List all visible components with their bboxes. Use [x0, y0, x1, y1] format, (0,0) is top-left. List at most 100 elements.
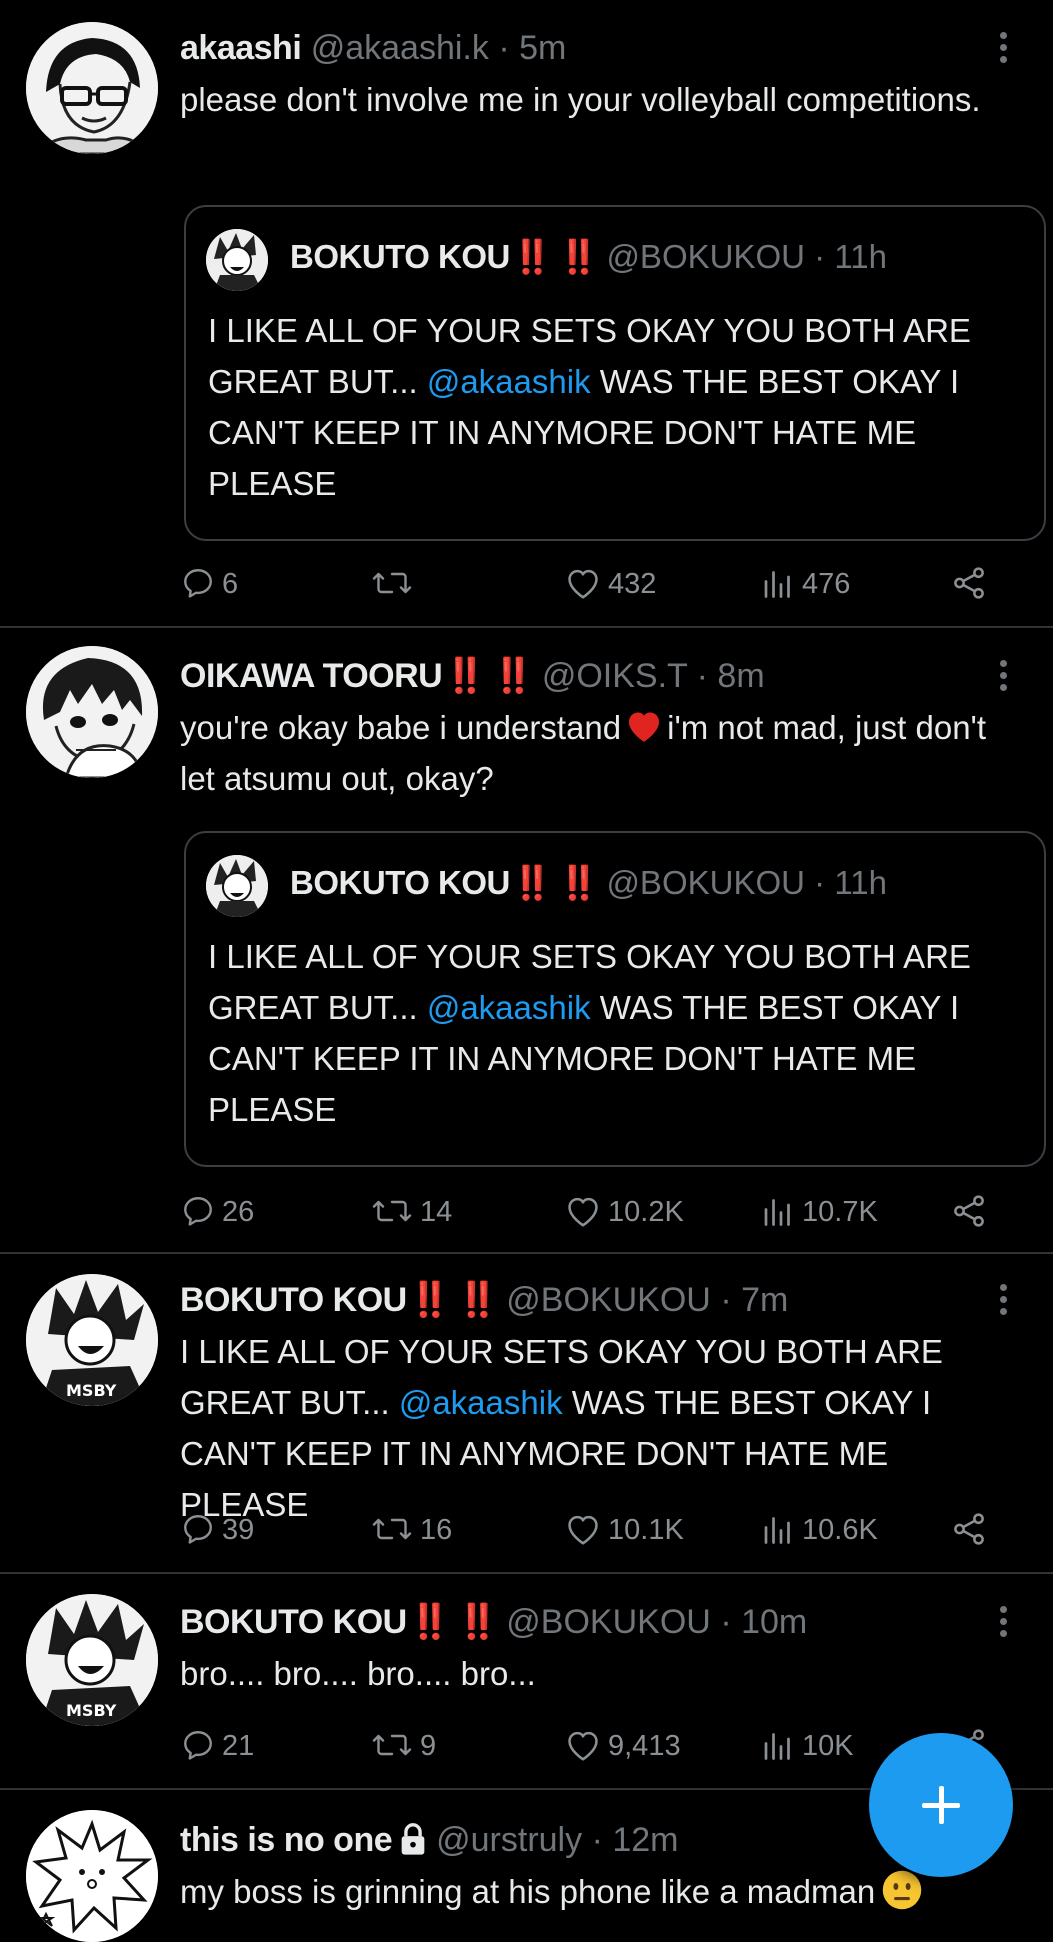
svg-text:MSBY: MSBY	[66, 1701, 117, 1720]
retweet-icon	[372, 1519, 412, 1540]
quoted-header: BOKUTO KOU‼️ ‼️ @BOKUKOU · 11h	[290, 861, 887, 905]
timestamp[interactable]: 5m	[519, 29, 566, 67]
quoted-tweet[interactable]: BOKUTO KOU‼️ ‼️ @BOKUKOU · 11h I LIKE AL…	[184, 205, 1046, 541]
reply-icon	[184, 1731, 212, 1761]
reply-button[interactable]: 39	[180, 1508, 254, 1552]
retweet-button[interactable]: 14	[370, 1190, 452, 1234]
tweet-text-part: my boss is grinning at his phone like a …	[180, 1873, 876, 1910]
plus-icon	[939, 1786, 944, 1824]
heart-icon	[568, 570, 598, 599]
display-name[interactable]: this is no one	[180, 1821, 393, 1859]
timestamp[interactable]: 12m	[612, 1821, 678, 1859]
quoted-header: BOKUTO KOU‼️ ‼️ @BOKUKOU · 11h	[290, 235, 887, 279]
more-icon[interactable]	[997, 1284, 1009, 1320]
quoted-text: I LIKE ALL OF YOUR SETS OKAY YOU BOTH AR…	[208, 931, 1004, 1135]
name-emoji: ‼️ ‼️	[408, 1281, 499, 1319]
user-handle[interactable]: @urstruly	[436, 1821, 582, 1859]
quoted-timestamp: 11h	[834, 238, 887, 275]
retweet-button[interactable]: 16	[370, 1508, 452, 1552]
retweet-icon	[372, 1735, 412, 1756]
tweet-oikawa[interactable]: OIKAWA TOORU‼️ ‼️ @OIKS.T · 8m you're ok…	[0, 628, 1053, 1254]
like-count: 10.2K	[608, 1196, 684, 1228]
user-handle[interactable]: @BOKUKOU	[506, 1603, 711, 1641]
timestamp[interactable]: 8m	[717, 657, 764, 695]
separator: ·	[591, 1821, 603, 1859]
reply-count: 39	[222, 1514, 255, 1546]
avatar-bokuto[interactable]: MSBY	[26, 1594, 158, 1726]
reply-icon	[184, 569, 212, 599]
views-button[interactable]: 476	[760, 562, 850, 606]
reply-button[interactable]: 21	[180, 1724, 254, 1768]
share-button[interactable]	[950, 1508, 988, 1552]
quoted-display-name: BOKUTO KOU	[290, 864, 510, 901]
share-icon	[954, 1195, 984, 1228]
display-name[interactable]: BOKUTO KOU	[180, 1603, 407, 1641]
action-bar: 21 9 9,413 10K	[180, 1724, 1000, 1768]
mention-link[interactable]: @akaashik	[427, 989, 591, 1026]
avatar-bokuto	[206, 229, 268, 291]
user-handle[interactable]: @akaashi.k	[311, 29, 489, 67]
red-heart-emoji	[629, 712, 660, 743]
quoted-tweet[interactable]: BOKUTO KOU‼️ ‼️ @BOKUKOU · 11h I LIKE AL…	[184, 831, 1046, 1167]
separator: ·	[696, 657, 708, 695]
retweet-button[interactable]: 9	[370, 1724, 436, 1768]
user-handle[interactable]: @OIKS.T	[542, 657, 687, 695]
reply-icon	[184, 1197, 212, 1227]
tweet-text-part: you're okay babe i understand	[180, 709, 622, 746]
like-count: 10.1K	[608, 1514, 684, 1546]
lock-icon	[401, 1823, 425, 1855]
display-name[interactable]: BOKUTO KOU	[180, 1281, 407, 1319]
avatar-akaashi[interactable]	[26, 22, 158, 154]
mention-link[interactable]: @akaashik	[427, 363, 591, 400]
user-handle[interactable]: @BOKUKOU	[506, 1281, 711, 1319]
like-button[interactable]: 9,413	[564, 1724, 681, 1768]
avatar-bokuto[interactable]: MSBY	[26, 1274, 158, 1406]
separator: ·	[814, 864, 826, 901]
retweet-count: 16	[420, 1514, 453, 1546]
action-bar: 39 16 10.1K 10.6K	[180, 1508, 1000, 1552]
share-button[interactable]	[950, 1190, 988, 1234]
tweet-akaashi[interactable]: akaashi @akaashi.k · 5m please don't inv…	[0, 0, 1053, 628]
more-icon[interactable]	[997, 1606, 1009, 1642]
reply-icon	[184, 1515, 212, 1545]
reply-count: 6	[222, 568, 239, 600]
reply-count: 21	[222, 1730, 255, 1762]
reply-button[interactable]: 6	[180, 562, 238, 606]
retweet-icon	[372, 1201, 412, 1222]
name-emoji: ‼️ ‼️	[408, 1603, 499, 1641]
views-button[interactable]: 10.7K	[760, 1190, 878, 1234]
quoted-handle: @BOKUKOU	[606, 238, 805, 275]
more-icon[interactable]	[997, 660, 1009, 696]
quoted-timestamp: 11h	[834, 864, 887, 901]
tweet-header: BOKUTO KOU‼️ ‼️ @BOKUKOU · 7m	[180, 1278, 983, 1322]
views-button[interactable]: 10K	[760, 1724, 854, 1768]
compose-button[interactable]	[869, 1733, 1013, 1877]
like-button[interactable]: 432	[564, 562, 656, 606]
retweet-button[interactable]	[370, 562, 420, 606]
timeline-feed: akaashi @akaashi.k · 5m please don't inv…	[0, 0, 1053, 1942]
tweet-header: BOKUTO KOU‼️ ‼️ @BOKUKOU · 10m	[180, 1600, 983, 1644]
reply-button[interactable]: 26	[180, 1190, 254, 1234]
avatar-oikawa[interactable]	[26, 646, 158, 778]
action-bar: 6 432 476	[180, 562, 1000, 606]
avatar-bokuto	[206, 855, 268, 917]
display-name[interactable]: OIKAWA TOORU	[180, 657, 443, 695]
share-button[interactable]	[950, 562, 988, 606]
retweet-icon	[372, 573, 412, 594]
timestamp[interactable]: 7m	[741, 1281, 788, 1319]
view-count: 10K	[802, 1730, 854, 1762]
views-icon	[764, 1733, 790, 1761]
tweet-text: my boss is grinning at his phone like a …	[180, 1866, 1023, 1917]
like-button[interactable]: 10.2K	[564, 1190, 684, 1234]
tweet-text: bro.... bro.... bro.... bro...	[180, 1655, 536, 1692]
views-icon	[764, 571, 790, 599]
views-button[interactable]: 10.6K	[760, 1508, 878, 1552]
more-icon[interactable]	[997, 32, 1009, 68]
display-name[interactable]: akaashi	[180, 29, 302, 67]
avatar-urstruly[interactable]	[26, 1810, 158, 1942]
like-button[interactable]: 10.1K	[564, 1508, 684, 1552]
like-count: 432	[608, 568, 657, 600]
tweet-bokuto-1[interactable]: MSBY BOKUTO KOU‼️ ‼️ @BOKUKOU · 7m I LIK…	[0, 1254, 1053, 1574]
timestamp[interactable]: 10m	[741, 1603, 807, 1641]
mention-link[interactable]: @akaashik	[399, 1384, 563, 1421]
